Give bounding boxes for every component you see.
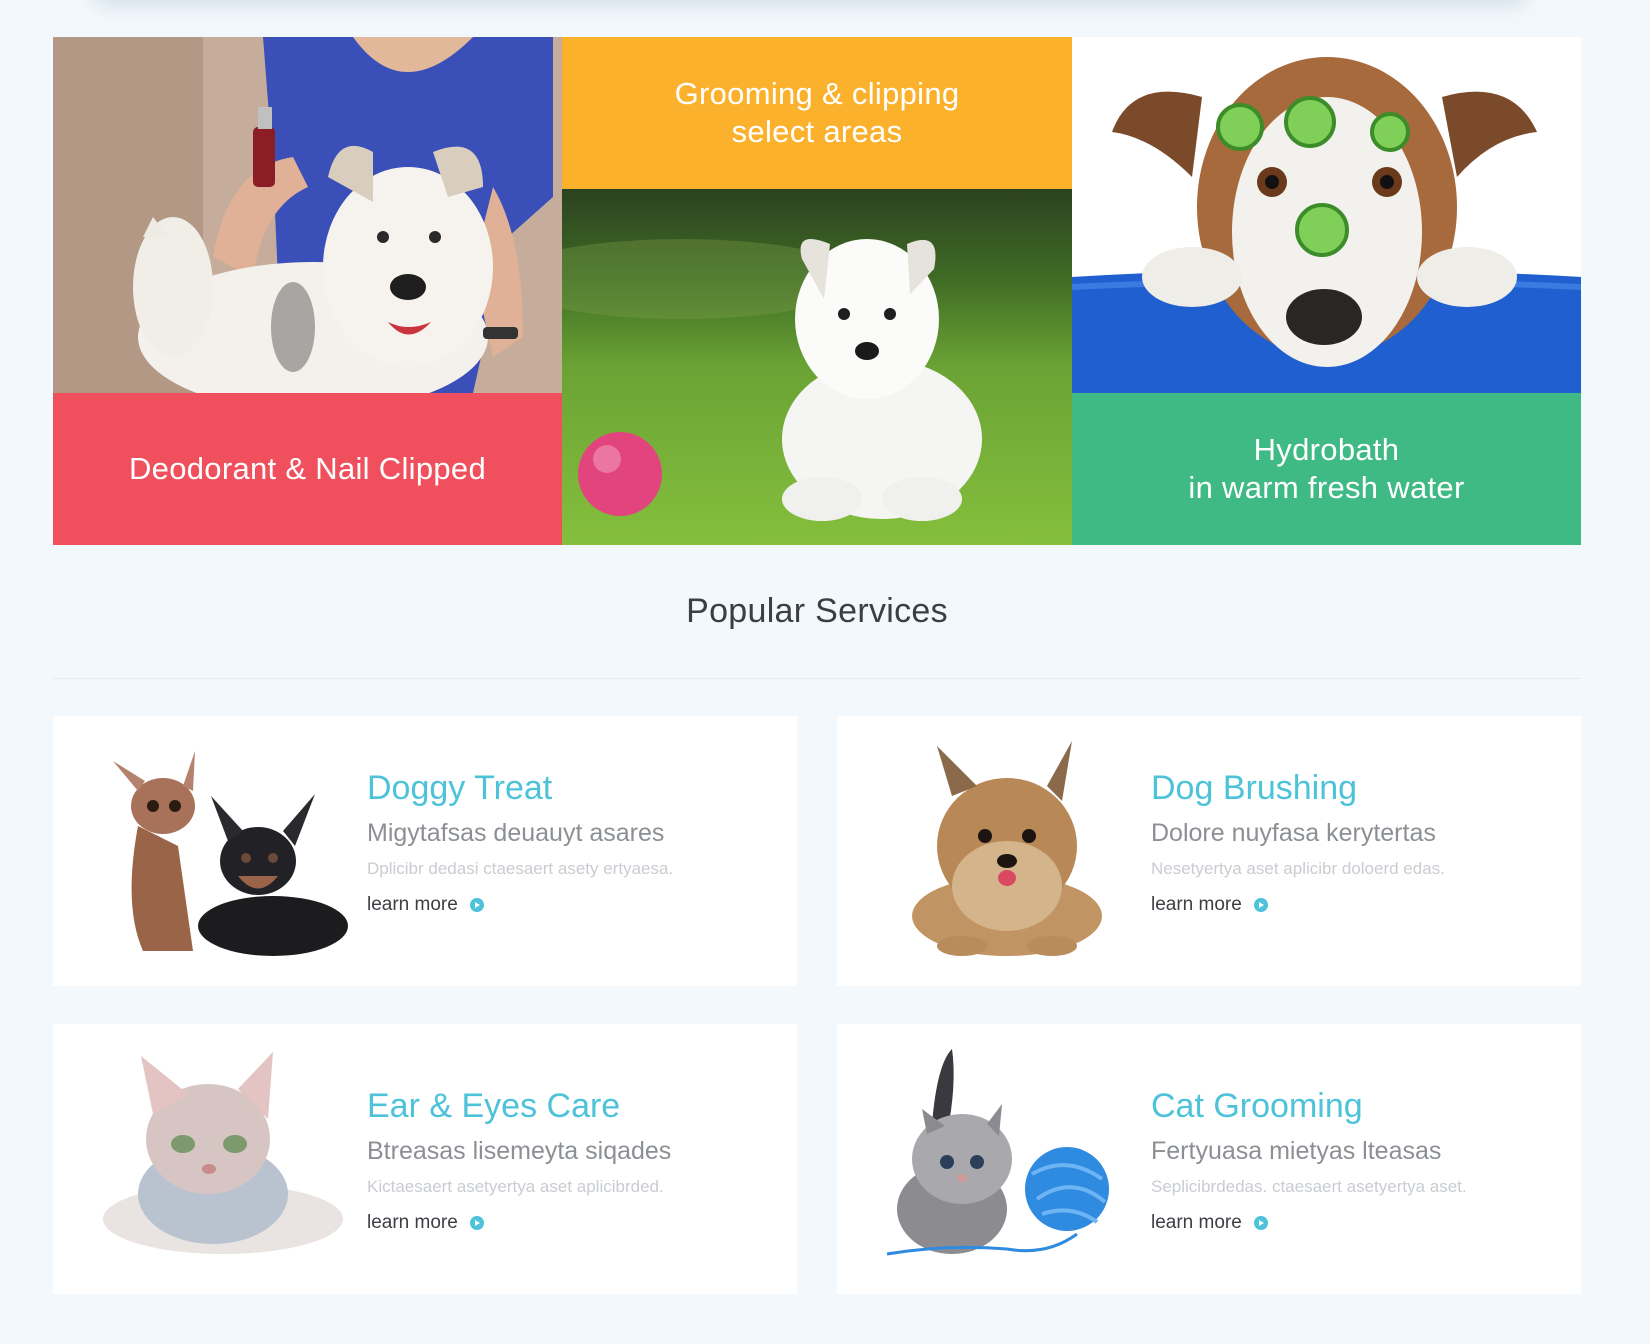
- learn-more-link[interactable]: learn more: [1151, 1212, 1268, 1234]
- arrow-circle-icon: [469, 1216, 484, 1230]
- section-divider: [53, 678, 1581, 679]
- learn-more-label: learn more: [1151, 1212, 1242, 1233]
- learn-more-label: learn more: [1151, 894, 1242, 915]
- tile-caption-deodorant: Deodorant & Nail Clipped: [53, 393, 562, 545]
- yorkshire-terrier-photo: [867, 736, 1137, 966]
- service-title[interactable]: Cat Grooming: [1151, 1086, 1571, 1126]
- tile-caption-hydrobath: Hydrobath in warm fresh water: [1072, 393, 1581, 545]
- service-title[interactable]: Ear & Eyes Care: [367, 1086, 787, 1126]
- section-title: Popular Services: [686, 592, 948, 630]
- groomer-with-terrier-photo: [53, 37, 562, 393]
- service-description: Nesetyertya aset aplicibr doloerd edas.: [1151, 859, 1445, 878]
- learn-more-label: learn more: [367, 894, 458, 915]
- service-subtitle: Migytafsas deuauyt asares: [367, 819, 665, 847]
- service-card-body: Ear & Eyes Care Btreasas lisemeyta siqad…: [367, 1086, 787, 1234]
- learn-more-link[interactable]: learn more: [367, 894, 484, 916]
- service-description: Seplicibrdedas. ctaesaert asetyertya ase…: [1151, 1177, 1467, 1196]
- service-subtitle: Dolore nuyfasa kerytertas: [1151, 819, 1436, 847]
- service-card-body: Doggy Treat Migytafsas deuauyt asares Dp…: [367, 768, 787, 916]
- learn-more-link[interactable]: learn more: [367, 1212, 484, 1234]
- kitten-with-yarn-photo: [867, 1044, 1137, 1274]
- arrow-circle-icon: [469, 898, 484, 912]
- arrow-circle-icon: [1253, 1216, 1268, 1230]
- service-subtitle: Fertyuasa mietyas lteasas: [1151, 1137, 1442, 1165]
- sphynx-cat-photo: [83, 1044, 353, 1274]
- service-card-doggy-treat[interactable]: Doggy Treat Migytafsas deuauyt asares Dp…: [53, 716, 797, 986]
- chihuahuas-photo: [83, 736, 353, 966]
- white-puppy-on-grass-photo: [562, 189, 1072, 545]
- tile-caption-grooming: Grooming & clipping select areas: [562, 37, 1072, 189]
- service-card-cat-grooming[interactable]: Cat Grooming Fertyuasa mietyas lteasas S…: [837, 1024, 1581, 1294]
- service-title[interactable]: Dog Brushing: [1151, 768, 1571, 808]
- service-card-dog-brushing[interactable]: Dog Brushing Dolore nuyfasa kerytertas N…: [837, 716, 1581, 986]
- service-description: Kictaesaert asetyertya aset aplicibrded.: [367, 1177, 664, 1196]
- service-card-ear-eyes-care[interactable]: Ear & Eyes Care Btreasas lisemeyta siqad…: [53, 1024, 797, 1294]
- learn-more-link[interactable]: learn more: [1151, 894, 1268, 916]
- service-description: Dplicibr dedasi ctaesaert asety ertyaesa…: [367, 859, 674, 878]
- service-subtitle: Btreasas lisemeyta siqades: [367, 1137, 672, 1165]
- arrow-circle-icon: [1253, 898, 1268, 912]
- service-title[interactable]: Doggy Treat: [367, 768, 787, 808]
- feature-grid: Deodorant & Nail Clipped Grooming & clip…: [53, 37, 1581, 545]
- dog-with-cucumber-mask-photo: [1072, 37, 1581, 393]
- service-card-body: Cat Grooming Fertyuasa mietyas lteasas S…: [1151, 1086, 1571, 1234]
- learn-more-label: learn more: [367, 1212, 458, 1233]
- service-card-body: Dog Brushing Dolore nuyfasa kerytertas N…: [1151, 768, 1571, 916]
